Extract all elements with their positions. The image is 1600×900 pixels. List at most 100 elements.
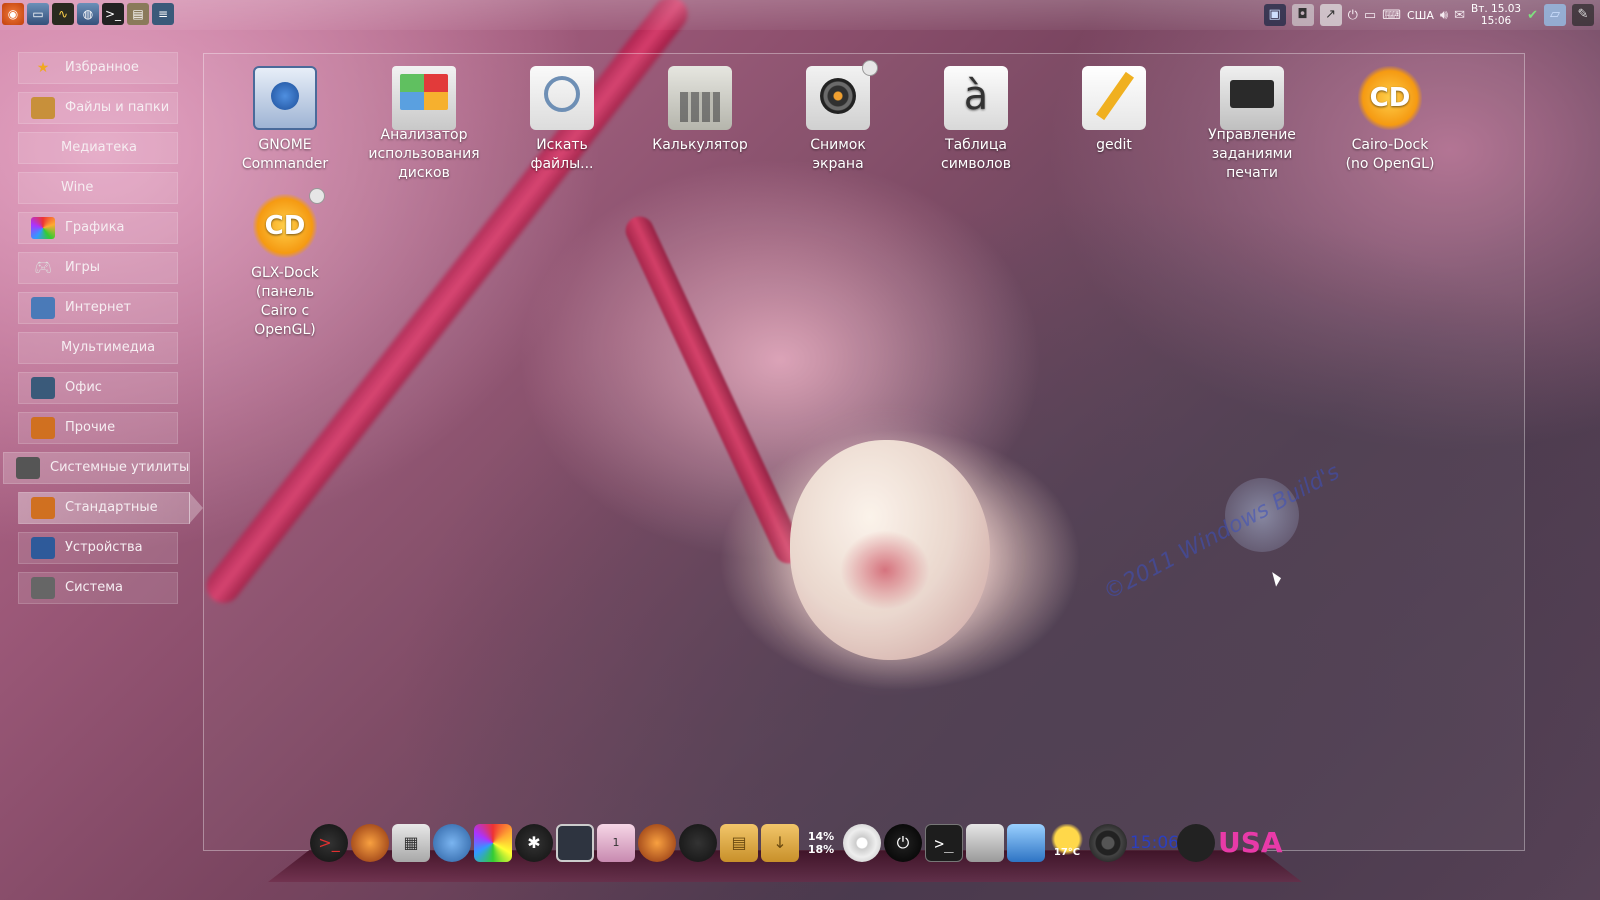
dock-system-monitor[interactable]: 14% 18% bbox=[802, 824, 840, 862]
gamepad-icon: 🎮︎ bbox=[34, 260, 52, 276]
glx-dock-icon: CD bbox=[253, 188, 325, 258]
internet-icon bbox=[31, 297, 55, 319]
dock-keyboard-layout[interactable]: USA bbox=[1218, 824, 1283, 862]
search-files-icon bbox=[530, 66, 594, 130]
weather-temperature: 17°C bbox=[1053, 847, 1081, 858]
desktop-icon-glx-dock[interactable]: CD GLX-Dock (панель Cairo с OpenGL) bbox=[223, 188, 347, 340]
menu-item-system[interactable]: Система bbox=[18, 572, 178, 604]
display-icon[interactable]: ▭ bbox=[1364, 8, 1376, 23]
cairo-dock-icon: CD bbox=[1358, 66, 1422, 130]
dock-ubuntu-icon[interactable] bbox=[638, 824, 676, 862]
desktop-icon-disk-usage[interactable]: Анализатор использования дисков bbox=[362, 66, 486, 183]
dock-firefox-icon[interactable] bbox=[351, 824, 389, 862]
keyboard-layout[interactable]: США bbox=[1407, 9, 1434, 22]
network-icon[interactable]: ▱ bbox=[1544, 4, 1566, 26]
dock-graphics-icon[interactable] bbox=[474, 824, 512, 862]
gnome-commander-icon bbox=[253, 66, 317, 130]
menu-item-wine[interactable]: Wine bbox=[18, 172, 178, 204]
menu-item-favorites[interactable]: ★ Избранное bbox=[18, 52, 178, 84]
dock-console-icon[interactable]: >_ bbox=[925, 824, 963, 862]
emblem-icon bbox=[309, 188, 325, 204]
desktop-icon-calculator[interactable]: Калькулятор bbox=[638, 66, 762, 155]
dock-power-icon[interactable]: ⏻ bbox=[884, 824, 922, 862]
dock-documents-icon[interactable]: ▤ bbox=[720, 824, 758, 862]
volume-icon[interactable]: 🔊︎ bbox=[1440, 8, 1448, 23]
desktop-icon-gedit[interactable]: gedit bbox=[1052, 66, 1176, 155]
print-jobs-icon bbox=[1220, 66, 1284, 130]
menu-item-system-tools[interactable]: Системные утилиты bbox=[3, 452, 190, 484]
system-monitor-icon[interactable]: ∿ bbox=[52, 3, 74, 25]
menu-item-games[interactable]: 🎮︎ Игры bbox=[18, 252, 178, 284]
terminal-icon[interactable]: >_ bbox=[102, 3, 124, 25]
misc-icon bbox=[31, 417, 55, 439]
desktop-icon-print-jobs[interactable]: Управление заданиями печати bbox=[1190, 66, 1314, 183]
cpu-usage: 14% bbox=[807, 830, 835, 843]
system-tray: ▣ ◘ ↗ ⏻ ▭ ⌨ США 🔊︎ ✉ Вт. 15.03 15:06 ✔ ▱… bbox=[1263, 3, 1594, 27]
shortcut-icon[interactable]: ↗ bbox=[1319, 4, 1342, 26]
dock-downloads-icon[interactable]: ↓ bbox=[761, 824, 799, 862]
window-switch-icon[interactable]: ▣ bbox=[1263, 4, 1286, 26]
calculator-icon bbox=[668, 66, 732, 130]
screenshot-icon bbox=[806, 60, 878, 130]
accessories-icon bbox=[31, 497, 55, 519]
menu-item-files[interactable]: Файлы и папки bbox=[18, 92, 178, 124]
menu-item-media-library[interactable]: Медиатека bbox=[18, 132, 178, 164]
dock-calculator-icon[interactable]: ▦ bbox=[392, 824, 430, 862]
menu-item-multimedia[interactable]: Мультимедиа bbox=[18, 332, 178, 364]
character-map-icon: à bbox=[944, 66, 1008, 130]
desktop-icon-gnome-commander[interactable]: GNOME Commander bbox=[223, 66, 347, 174]
dock-network-icon[interactable] bbox=[1007, 824, 1045, 862]
menu-item-other[interactable]: Прочие bbox=[18, 412, 178, 444]
dock-clock[interactable]: 15:06 bbox=[1130, 824, 1179, 862]
system-tools-icon bbox=[16, 457, 40, 479]
menu-item-devices[interactable]: Устройства bbox=[18, 532, 178, 564]
panel-clock[interactable]: Вт. 15.03 15:06 bbox=[1471, 3, 1521, 27]
desktop-icon-screenshot[interactable]: Снимок экрана bbox=[776, 60, 900, 174]
gedit-icon bbox=[1082, 66, 1146, 130]
archive-icon[interactable]: ▤ bbox=[127, 3, 149, 25]
menu-item-internet[interactable]: Интернет bbox=[18, 292, 178, 324]
desktop-icon-character-map[interactable]: à Таблица символов bbox=[914, 66, 1038, 174]
files-icon[interactable]: ▭ bbox=[27, 3, 49, 25]
dock-show-desktop-icon[interactable] bbox=[556, 824, 594, 862]
devices-icon bbox=[31, 537, 55, 559]
dock: >_ ▦ ✱ 1 ▤ ↓ 14% 18% ⏻ >_ 17°C 15:06 USA bbox=[310, 822, 1283, 862]
sysinfo-icon[interactable]: ≡ bbox=[152, 3, 174, 25]
dock-disc-icon[interactable] bbox=[843, 824, 881, 862]
dock-settings-icon[interactable]: ✱ bbox=[515, 824, 553, 862]
ram-usage: 18% bbox=[807, 843, 835, 856]
office-icon bbox=[31, 377, 55, 399]
keyboard-icon[interactable]: ⌨ bbox=[1382, 8, 1401, 23]
top-panel: ◉ ▭ ∿ ◍ >_ ▤ ≡ ▣ ◘ ↗ ⏻ ▭ ⌨ США 🔊︎ ✉ Вт. … bbox=[0, 0, 1600, 30]
graphics-icon bbox=[31, 217, 55, 239]
folder-icon bbox=[31, 97, 55, 119]
camera-icon[interactable]: ◘ bbox=[1291, 4, 1314, 26]
mail-icon[interactable]: ✉ bbox=[1454, 8, 1465, 23]
clock-date: Вт. 15.03 bbox=[1471, 3, 1522, 15]
dock-volume-icon[interactable] bbox=[1089, 824, 1127, 862]
menu-item-graphics[interactable]: Графика bbox=[18, 212, 178, 244]
dock-printer-icon[interactable] bbox=[966, 824, 1004, 862]
power-icon[interactable]: ⏻ bbox=[1348, 8, 1358, 23]
shield-icon[interactable]: ✔ bbox=[1527, 8, 1538, 23]
workspace-number: 1 bbox=[612, 836, 620, 849]
menu-item-office[interactable]: Офис bbox=[18, 372, 178, 404]
edit-icon[interactable]: ✎ bbox=[1572, 4, 1594, 26]
menu-item-accessories[interactable]: Стандартные bbox=[18, 492, 203, 524]
dock-tux-icon[interactable] bbox=[679, 824, 717, 862]
ubuntu-menu-icon[interactable]: ◉ bbox=[2, 3, 24, 25]
dock-messenger-icon[interactable] bbox=[433, 824, 471, 862]
emblem-icon bbox=[862, 60, 878, 76]
star-icon: ★ bbox=[36, 60, 50, 76]
dock-weather[interactable]: 17°C bbox=[1048, 824, 1086, 862]
cairo-logo: CD bbox=[264, 211, 306, 241]
dock-workspace-switcher[interactable]: 1 bbox=[597, 824, 635, 862]
browser-icon[interactable]: ◍ bbox=[77, 3, 99, 25]
clock-time: 15:06 bbox=[1480, 15, 1512, 27]
system-icon bbox=[31, 577, 55, 599]
panel-launchers: ◉ ▭ ∿ ◍ >_ ▤ ≡ bbox=[2, 3, 174, 25]
desktop-icon-cairo-dock[interactable]: CD Cairo-Dock (no OpenGL) bbox=[1328, 66, 1452, 174]
dock-terminal-icon[interactable]: >_ bbox=[310, 824, 348, 862]
desktop-icon-search-files[interactable]: Искать файлы... bbox=[500, 66, 624, 174]
dock-swirl-icon[interactable] bbox=[1177, 824, 1215, 862]
